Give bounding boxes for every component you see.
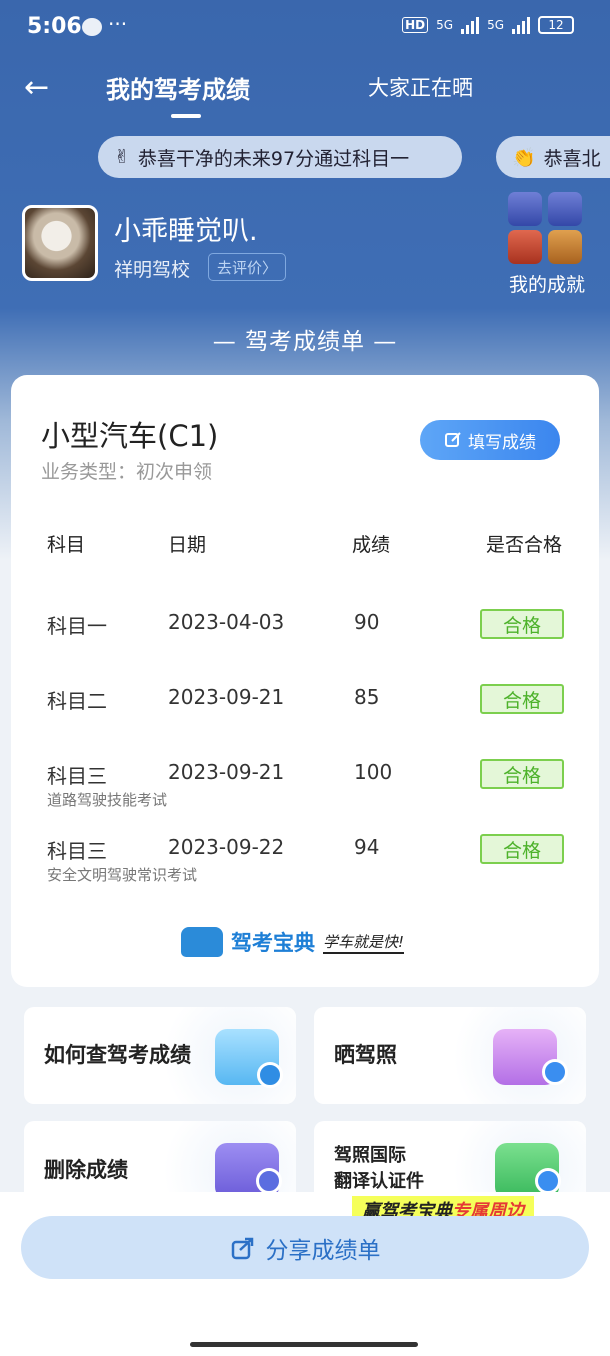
- victory-hand-icon: ✌: [114, 146, 130, 168]
- network-label: 5G: [436, 18, 454, 32]
- row-score: 100: [354, 760, 393, 784]
- camera-icon: [542, 1059, 568, 1085]
- globe-icon: [535, 1168, 561, 1194]
- row-date: 2023-09-21: [168, 685, 285, 709]
- business-type: 业务类型：初次申领: [41, 461, 213, 483]
- row-subject: 科目二: [47, 689, 107, 713]
- tab-indicator: [171, 114, 201, 118]
- table-row: 科目一 2023-04-03 90 合格: [11, 609, 599, 670]
- clap-icon: 👏: [512, 146, 536, 169]
- driving-school: 祥明驾校: [114, 259, 191, 281]
- battery-icon: 12: [538, 16, 574, 34]
- pass-badge: 合格: [480, 609, 564, 639]
- avatar[interactable]: [22, 205, 98, 281]
- header-subject: 科目: [47, 534, 86, 556]
- tile-label: 删除成绩: [44, 1158, 128, 1182]
- review-button[interactable]: 去评价〉: [208, 253, 287, 281]
- fill-scores-label: 填写成绩: [468, 432, 536, 453]
- pass-badge: 合格: [480, 759, 564, 789]
- share-icon: [231, 1237, 253, 1259]
- pass-badge: 合格: [480, 684, 564, 714]
- congrats-ticker: 👏 恭喜北: [496, 136, 610, 178]
- ticker-text: 恭喜北: [543, 147, 601, 170]
- search-icon: [257, 1062, 283, 1088]
- brand-logo: 驾考宝典 学车就是快!: [181, 927, 405, 957]
- username: 小乖睡觉叭.: [114, 216, 258, 247]
- header-pass: 是否合格: [486, 534, 563, 556]
- ticker-text: 恭喜干净的未来97分通过科目一: [137, 147, 410, 170]
- row-subtitle: 安全文明驾驶常识考试: [47, 866, 198, 884]
- congrats-ticker: ✌ 恭喜干净的未来97分通过科目一: [98, 136, 462, 178]
- tile-label: 晒驾照: [334, 1043, 397, 1067]
- network-label-2: 5G: [487, 18, 504, 32]
- row-score: 85: [354, 685, 380, 709]
- tab-my-scores[interactable]: 我的驾考成绩: [106, 70, 250, 105]
- row-subject: 科目一: [47, 614, 107, 638]
- badge-icon: [548, 230, 582, 264]
- share-label: 分享成绩单: [265, 1237, 381, 1264]
- pass-badge: 合格: [480, 834, 564, 864]
- status-more: ···: [108, 12, 128, 36]
- car-icon: [181, 927, 223, 957]
- share-button[interactable]: 分享成绩单: [21, 1216, 589, 1279]
- edit-icon: [445, 432, 461, 447]
- signal-icon-2: [512, 16, 530, 34]
- tile-label: 如何查驾考成绩: [44, 1043, 191, 1067]
- how-to-check-scores-tile[interactable]: 如何查驾考成绩: [24, 1007, 296, 1104]
- score-card: 小型汽车(C1) 业务类型：初次申领 填写成绩 科目 日期 成绩 是否合格 科目…: [11, 375, 599, 987]
- badge-icon: [508, 192, 542, 226]
- row-subject: 科目三: [47, 839, 107, 863]
- top-nav: ← 我的驾考成绩 大家正在晒: [0, 60, 610, 120]
- brand-name: 驾考宝典: [231, 931, 315, 955]
- header-date: 日期: [168, 534, 207, 556]
- status-time: 5:06: [27, 14, 82, 39]
- home-indicator[interactable]: [190, 1342, 418, 1347]
- row-date: 2023-04-03: [168, 610, 285, 634]
- row-date: 2023-09-21: [168, 760, 285, 784]
- row-subject: 科目三: [47, 764, 107, 788]
- fill-scores-button[interactable]: 填写成绩: [420, 420, 560, 460]
- row-subtitle: 道路驾驶技能考试: [47, 791, 168, 809]
- row-score: 94: [354, 835, 380, 859]
- show-license-tile[interactable]: 晒驾照: [314, 1007, 586, 1104]
- delete-icon: [256, 1168, 282, 1194]
- row-date: 2023-09-22: [168, 835, 285, 859]
- sheet-title: — 驾考成绩单 —: [212, 329, 398, 355]
- status-bar: 5:06 ··· HD 5G 5G 12: [0, 0, 610, 56]
- table-row: 科目三 2023-09-22 94 合格 安全文明驾驶常识考试: [11, 834, 599, 895]
- hd-icon: HD: [402, 17, 429, 33]
- badge-icon: [548, 192, 582, 226]
- tab-everyone-sharing[interactable]: 大家正在晒: [368, 72, 473, 102]
- achievements-label: 我的成就: [508, 274, 585, 296]
- table-row: 科目二 2023-09-21 85 合格: [11, 684, 599, 745]
- wechat-icon: [82, 18, 102, 36]
- brand-slogan: 学车就是快!: [323, 931, 405, 954]
- license-type: 小型汽车(C1): [41, 419, 219, 453]
- back-arrow-icon[interactable]: ←: [24, 70, 49, 105]
- header-score: 成绩: [352, 534, 391, 556]
- signal-icon: [461, 16, 480, 34]
- table-row: 科目三 2023-09-21 100 合格 道路驾驶技能考试: [11, 759, 599, 820]
- badge-icon: [508, 230, 542, 264]
- row-score: 90: [354, 610, 380, 634]
